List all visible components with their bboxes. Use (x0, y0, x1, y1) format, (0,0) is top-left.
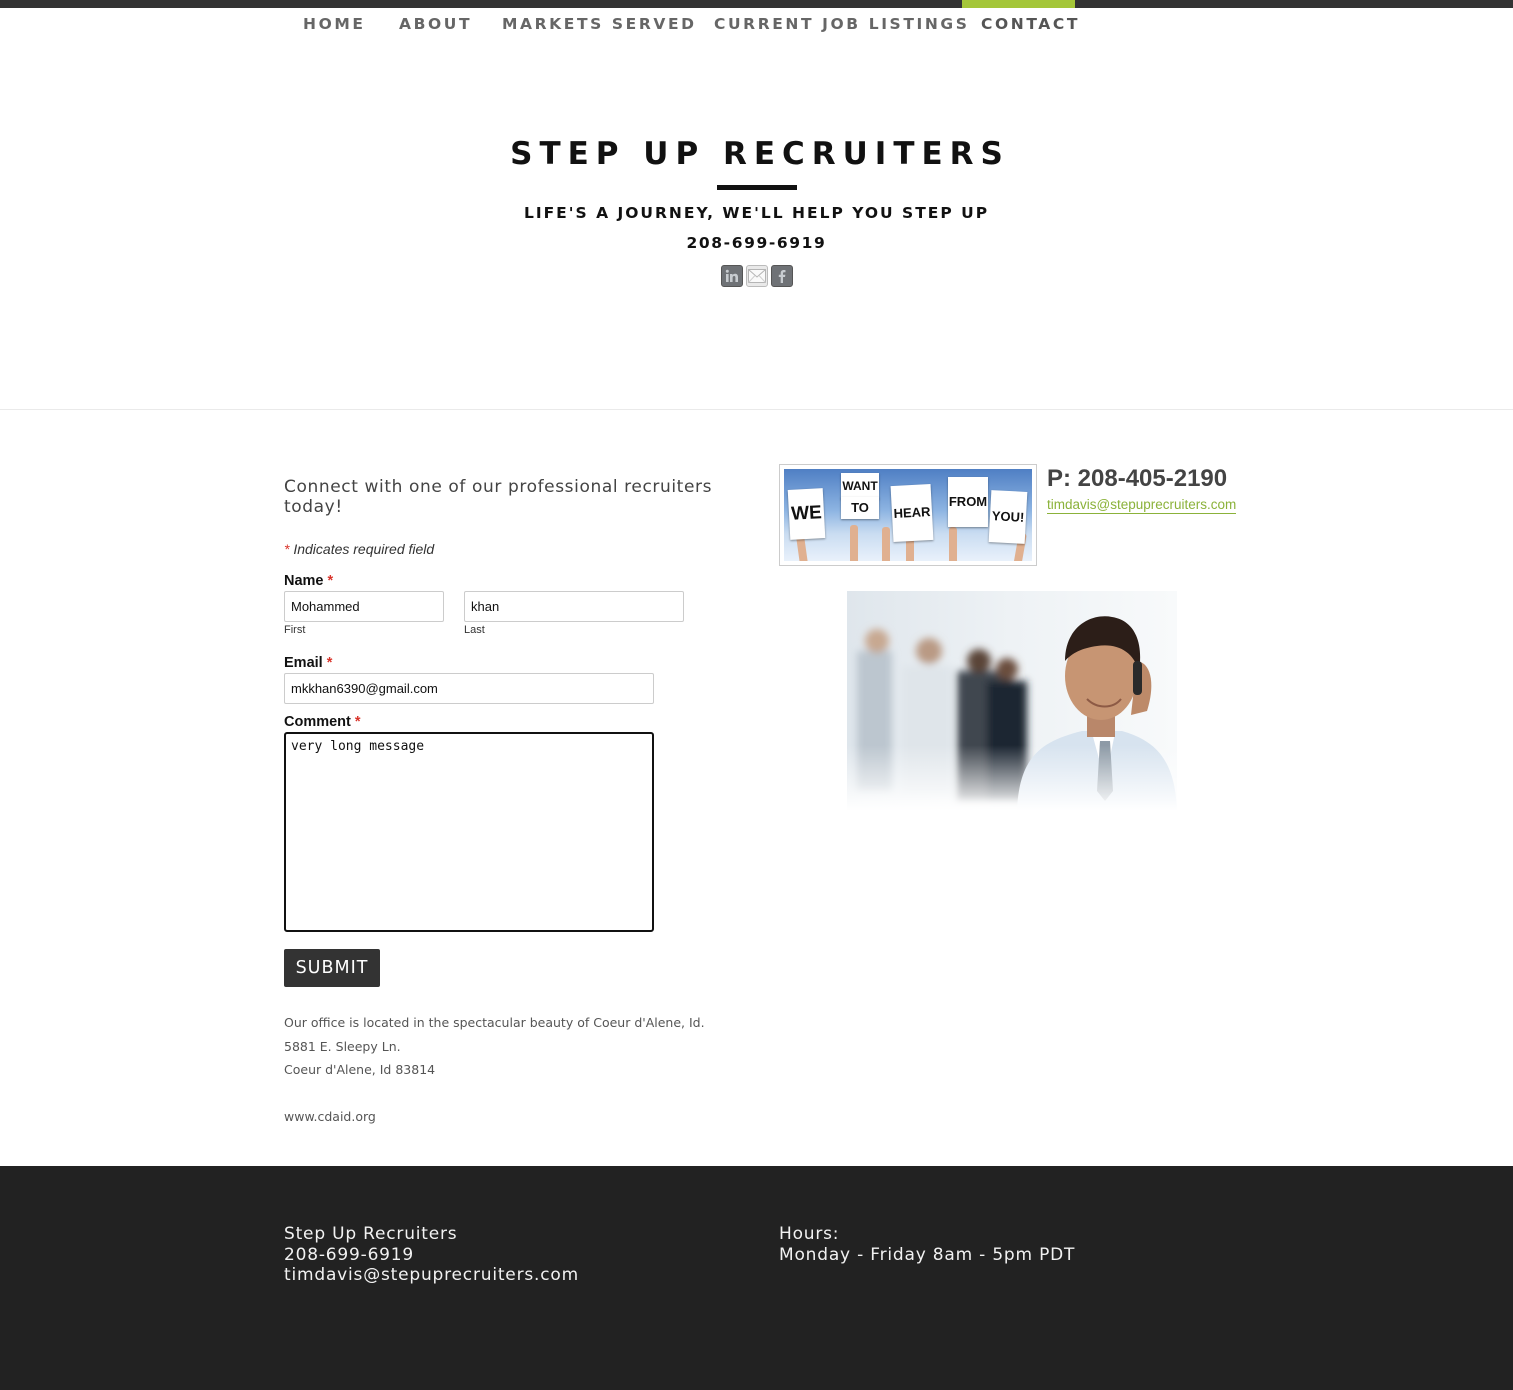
submit-button[interactable]: SUBMIT (284, 949, 380, 987)
nav-home[interactable]: HOME (284, 0, 380, 50)
sign-from: FROM (948, 477, 988, 527)
required-star: * (354, 714, 361, 730)
last-name-sublabel: Last (464, 624, 485, 636)
required-star: * (284, 541, 290, 557)
sign-want: WANT (841, 473, 879, 499)
website-text: www.cdaid.org (284, 1109, 376, 1124)
site-footer: Step Up Recruiters 208-699-6919 timdavis… (0, 1166, 1513, 1390)
contact-phone: P: 208-405-2190 (1047, 465, 1228, 492)
required-note: * Indicates required field (284, 541, 724, 557)
site-header: STEP UP RECRUITERS LIFE'S A JOURNEY, WE'… (0, 130, 1513, 287)
banner-image: WE WANT TO HEAR FROM YOU! (784, 469, 1032, 561)
name-label: Name * (284, 573, 724, 589)
name-label-text: Name (284, 573, 324, 589)
sign-hear: HEAR (890, 483, 934, 543)
we-want-to-hear-from-you-banner: WE WANT TO HEAR FROM YOU! (779, 464, 1037, 566)
footer-hours-value: Monday - Friday 8am - 5pm PDT (779, 1244, 1076, 1265)
footer-phone: 208-699-6919 (284, 1244, 415, 1265)
title-underline (716, 185, 797, 190)
footer-hours: Hours: Monday - Friday 8am - 5pm PDT (779, 1224, 1075, 1265)
required-star: * (326, 655, 333, 671)
first-name-group: First (284, 591, 444, 636)
comment-label-text: Comment (284, 714, 351, 730)
hand-icon (850, 525, 858, 561)
last-name-group: Last (464, 591, 684, 636)
header-phone: 208-699-6919 (686, 234, 827, 252)
sign-we: WE (787, 488, 826, 540)
nav-contact[interactable]: CONTACT (962, 0, 1077, 50)
sign-to: TO (841, 497, 879, 519)
name-row: First Last (284, 591, 724, 636)
nav-current-job-listings[interactable]: CURRENT JOB LISTINGS (695, 0, 967, 50)
email-label-text: Email (284, 655, 323, 671)
office-address: Our office is located in the spectacular… (284, 1011, 724, 1129)
comment-textarea[interactable]: very long message (284, 732, 654, 932)
footer-company-name: Step Up Recruiters (284, 1224, 458, 1244)
comment-label: Comment * (284, 714, 724, 730)
hand-icon (882, 527, 890, 561)
section-divider (0, 409, 1513, 410)
email-input[interactable] (284, 673, 654, 704)
social-links (0, 265, 1513, 287)
footer-email: timdavis@stepuprecruiters.com (284, 1265, 579, 1285)
linkedin-icon[interactable] (720, 265, 743, 287)
facebook-icon[interactable] (770, 265, 793, 287)
contact-form-section: Connect with one of our professional rec… (284, 477, 724, 1129)
main-nav: HOME ABOUT MARKETS SERVED CURRENT JOB LI… (284, 0, 1077, 50)
nav-markets-served[interactable]: MARKETS SERVED (483, 0, 695, 50)
businessman-on-phone-photo (847, 591, 1177, 811)
first-name-input[interactable] (284, 591, 444, 622)
address-line-1: Our office is located in the spectacular… (284, 1015, 705, 1030)
site-tagline: LIFE'S A JOURNEY, WE'LL HELP YOU STEP UP (523, 204, 990, 222)
hand-icon (949, 527, 957, 561)
last-name-input[interactable] (464, 591, 684, 622)
email-icon[interactable] (745, 265, 768, 287)
form-intro: Connect with one of our professional rec… (284, 477, 713, 517)
first-name-sublabel: First (284, 624, 306, 636)
footer-hours-label: Hours: (779, 1224, 840, 1244)
required-star: * (327, 573, 334, 589)
contact-details: P: 208-405-2190 timdavis@stepuprecruiter… (1047, 464, 1237, 514)
nav-about[interactable]: ABOUT (380, 0, 483, 50)
address-line-2: 5881 E. Sleepy Ln. (284, 1038, 401, 1054)
address-line-3: Coeur d'Alene, Id 83814 (284, 1062, 436, 1077)
footer-company-info: Step Up Recruiters 208-699-6919 timdavis… (284, 1224, 579, 1286)
required-note-text: Indicates required field (293, 541, 435, 557)
contact-email-link[interactable]: timdavis@stepuprecruiters.com (1047, 497, 1237, 514)
sign-you: YOU! (988, 490, 1028, 544)
site-title[interactable]: STEP UP RECRUITERS (0, 130, 1513, 178)
email-label: Email * (284, 655, 724, 671)
